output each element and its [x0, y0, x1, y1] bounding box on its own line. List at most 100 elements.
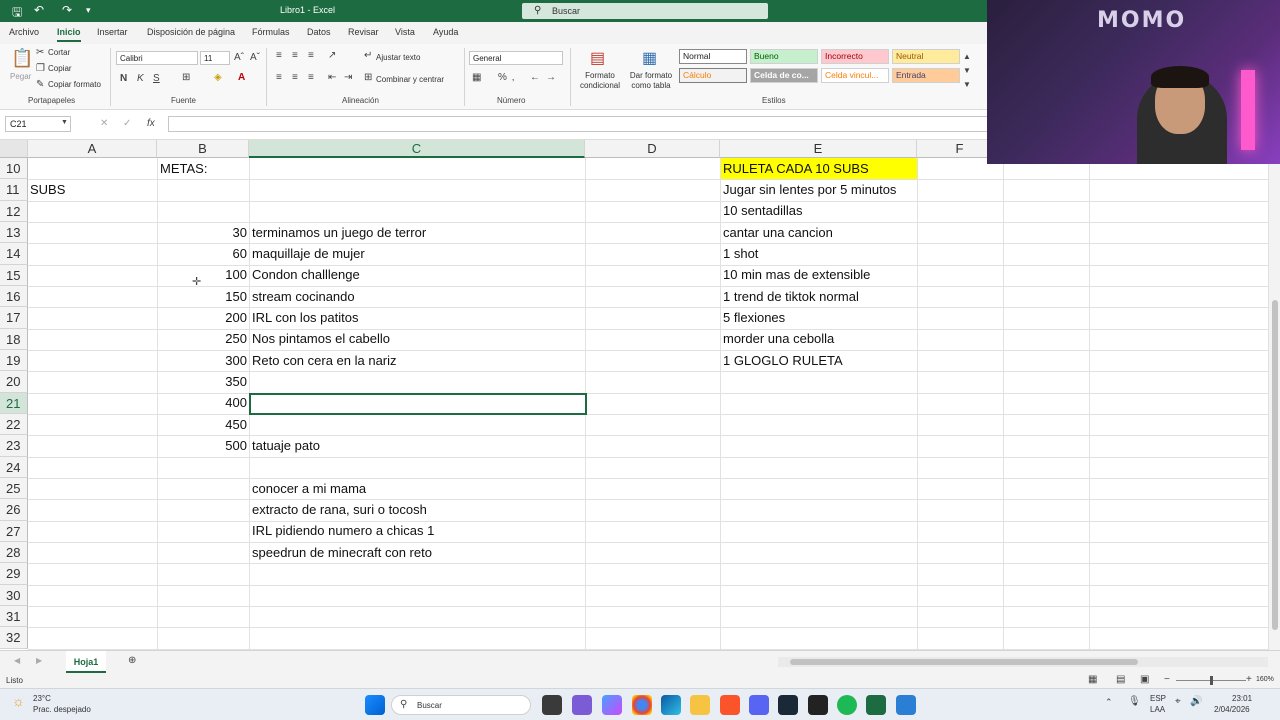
row-header-19[interactable]: 19	[0, 349, 28, 372]
align-top-icon[interactable]: ≡	[276, 50, 282, 61]
row-header-24[interactable]: 24	[0, 456, 28, 478]
name-box-dropdown-icon[interactable]: ▼	[61, 119, 68, 126]
tray-chevron-icon[interactable]: ⌃	[1105, 697, 1113, 708]
tab-archivo[interactable]: Archivo	[9, 27, 39, 37]
tab-ayuda[interactable]: Ayuda	[433, 27, 458, 37]
undo-icon[interactable]: ↶	[34, 3, 44, 17]
cut-button[interactable]: Cortar	[48, 48, 70, 57]
style-celda-comprobacion[interactable]: Celda de co...	[750, 68, 818, 83]
cell-c19[interactable]: Reto con cera en la nariz	[250, 350, 397, 371]
cell-e10[interactable]: RULETA CADA 10 SUBS	[721, 158, 917, 179]
excel-icon[interactable]	[866, 695, 886, 715]
cell-e11[interactable]: Jugar sin lentes por 5 minutos	[721, 179, 896, 200]
copilot-icon[interactable]	[602, 695, 622, 715]
next-sheet-icon[interactable]: ▶	[36, 656, 42, 665]
app-icon[interactable]	[896, 695, 916, 715]
select-all-corner[interactable]	[0, 140, 28, 158]
edge-icon[interactable]	[661, 695, 681, 715]
cell-e12[interactable]: 10 sentadillas	[721, 200, 803, 221]
tab-datos[interactable]: Datos	[307, 27, 331, 37]
row-header-16[interactable]: 16	[0, 285, 28, 308]
grow-font-icon[interactable]: Aˆ	[234, 52, 244, 63]
column-header-c[interactable]: C	[249, 140, 585, 158]
insert-function-button[interactable]: fx	[147, 118, 155, 129]
cell-c26[interactable]: extracto de rana, suri o tocosh	[250, 499, 427, 520]
zoom-in-icon[interactable]: +	[1246, 674, 1252, 685]
tab-vista[interactable]: Vista	[395, 27, 415, 37]
style-entrada[interactable]: Entrada	[892, 68, 960, 83]
row-header-28[interactable]: 28	[0, 541, 28, 564]
merge-center-button[interactable]: Combinar y centrar	[376, 75, 444, 84]
orientation-icon[interactable]: ↗	[328, 50, 336, 61]
volume-icon[interactable]: 🔊	[1190, 696, 1202, 707]
page-break-icon[interactable]: ▣	[1140, 674, 1149, 685]
cell-e18[interactable]: morder una cebolla	[721, 328, 834, 349]
row-header-12[interactable]: 12	[0, 200, 28, 222]
cell-c17[interactable]: IRL con los patitos	[250, 307, 358, 328]
add-sheet-icon[interactable]: ⊕	[128, 655, 136, 666]
cell-b16[interactable]: 150	[158, 286, 249, 307]
fill-color-icon[interactable]: ◈	[214, 72, 222, 83]
sheet-tab-hoja1[interactable]: Hoja1	[66, 651, 106, 673]
enter-icon[interactable]: ✓	[123, 118, 131, 129]
number-format-select[interactable]: General	[469, 51, 563, 65]
network-icon[interactable]: ⌖	[1175, 696, 1181, 707]
cell-c18[interactable]: Nos pintamos el cabello	[250, 328, 390, 349]
row-header-27[interactable]: 27	[0, 520, 28, 542]
cancel-icon[interactable]: ✕	[100, 118, 108, 129]
spreadsheet-grid[interactable]: A B C D E F 10 11 12 13 14 15 16 17 18 19 20 21 22 23…	[0, 140, 1268, 650]
cell-a11[interactable]: SUBS	[28, 179, 156, 200]
row-header-30[interactable]: 30	[0, 584, 28, 606]
cell-b18[interactable]: 250	[158, 328, 249, 349]
cell-b23[interactable]: 500	[158, 435, 249, 456]
cell-b17[interactable]: 200	[158, 307, 249, 328]
task-view-icon[interactable]	[542, 695, 562, 715]
decrease-decimal-icon[interactable]: →	[546, 72, 556, 83]
align-right-icon[interactable]: ≡	[308, 72, 314, 83]
row-header-20[interactable]: 20	[0, 371, 28, 393]
zoom-slider-thumb[interactable]	[1210, 676, 1213, 685]
row-header-17[interactable]: 17	[0, 307, 28, 329]
zoom-out-icon[interactable]: −	[1164, 674, 1170, 685]
cell-c25[interactable]: conocer a mi mama	[250, 478, 366, 499]
accounting-icon[interactable]: ▦	[472, 72, 481, 83]
font-size-select[interactable]: 11	[200, 51, 230, 65]
row-header-15[interactable]: 15	[0, 264, 28, 286]
borders-icon[interactable]: ⊞	[182, 72, 190, 83]
decrease-indent-icon[interactable]: ⇤	[328, 72, 336, 83]
zoom-level[interactable]: 160%	[1256, 676, 1274, 683]
brave-icon[interactable]	[720, 695, 740, 715]
vertical-scrollbar[interactable]	[1268, 140, 1280, 658]
tab-disposicion[interactable]: Disposición de página	[147, 27, 235, 37]
cell-c27[interactable]: IRL pidiendo numero a chicas 1	[250, 520, 434, 541]
tab-inicio[interactable]: Inicio	[57, 27, 81, 42]
tab-insertar[interactable]: Insertar	[97, 27, 128, 37]
format-table-icon[interactable]: ▦	[642, 48, 657, 68]
style-neutral[interactable]: Neutral	[892, 49, 960, 64]
cell-e14[interactable]: 1 shot	[721, 243, 758, 264]
normal-view-icon[interactable]: ▦	[1088, 674, 1097, 685]
horizontal-scrollbar[interactable]	[778, 657, 1268, 667]
cell-b22[interactable]: 450	[158, 414, 249, 435]
cell-b21[interactable]: 400	[158, 392, 249, 413]
cell-b19[interactable]: 300	[158, 350, 249, 371]
paste-icon[interactable]: 📋	[11, 48, 33, 69]
increase-decimal-icon[interactable]: ←	[530, 72, 540, 83]
cell-e13[interactable]: cantar una cancion	[721, 222, 833, 243]
cell-e17[interactable]: 5 flexiones	[721, 307, 785, 328]
search-box[interactable]: ⚲ Buscar	[522, 3, 768, 19]
styles-more-icon[interactable]: ▼	[963, 80, 971, 89]
taskbar-search[interactable]: ⚲ Buscar	[391, 695, 531, 715]
row-header-31[interactable]: 31	[0, 605, 28, 628]
horizontal-scroll-thumb[interactable]	[790, 659, 1138, 665]
style-normal[interactable]: Normal	[679, 49, 747, 64]
bold-button[interactable]: N	[120, 73, 127, 84]
percent-icon[interactable]: %	[498, 72, 507, 83]
cell-e15[interactable]: 10 min mas de extensible	[721, 264, 870, 285]
conditional-format-button[interactable]: Formato condicional	[576, 71, 624, 91]
row-header-18[interactable]: 18	[0, 328, 28, 350]
comma-icon[interactable]: ‚	[512, 72, 514, 83]
conditional-format-icon[interactable]: ▤	[590, 48, 605, 68]
tab-revisar[interactable]: Revisar	[348, 27, 379, 37]
teams-icon[interactable]	[572, 695, 592, 715]
